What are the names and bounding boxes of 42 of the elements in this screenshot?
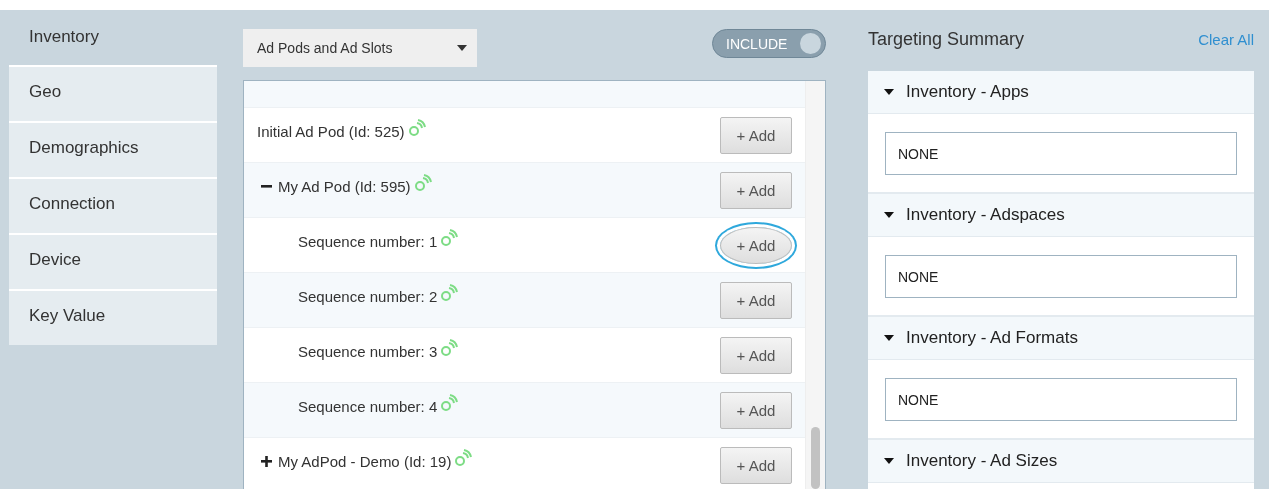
pod-label: Sequence number: 2 [298,287,438,305]
section-title: Inventory - Ad Sizes [906,451,1058,471]
add-button[interactable]: + Add [720,446,792,484]
value-field: NONE [885,132,1237,175]
add-button[interactable]: + Add [720,281,792,319]
signal-ring-icon [440,339,459,357]
signal-ring-icon [413,174,432,192]
dropdown[interactable]: Ad Pods and Ad Slots [243,29,477,67]
expand-icon[interactable] [261,455,272,467]
pod-label: My AdPod - Demo (Id: 19) [278,452,452,470]
sidebar-tab[interactable]: Inventory [9,10,217,65]
section-title: Inventory - Adspaces [906,205,1065,225]
add-button[interactable]: + Add [720,391,792,429]
pod-label: Sequence number: 3 [298,342,438,360]
add-button[interactable]: + Add [720,336,792,374]
pod-label: Sequence number: 1 [298,232,438,250]
add-button[interactable]: + Add [720,116,792,154]
signal-ring-icon [440,284,459,302]
sidebar-tab[interactable]: Connection [9,179,217,233]
sidebar-tab[interactable]: Key Value [9,291,217,345]
pod-label: Sequence number: 4 [298,397,438,415]
section-header[interactable]: Inventory - Ad Formats [868,317,1254,360]
add-button[interactable]: + Add [720,171,792,209]
panel-title: Targeting Summary [868,29,1025,50]
section-title: Inventory - Ad Formats [906,328,1078,348]
sidebar-tab[interactable]: Geo [9,67,217,121]
signal-ring-icon [440,394,459,412]
signal-ring-icon [440,229,459,247]
pod-label: Initial Ad Pod (Id: 525) [257,122,405,140]
value-field: NONE [885,378,1237,421]
section-header[interactable]: Inventory - Ad Sizes [868,440,1254,483]
sidebar-tab[interactable]: Demographics [9,123,217,177]
value-field: NONE [885,255,1237,298]
signal-ring-icon [454,449,473,467]
section-title: Inventory - Apps [906,82,1029,102]
pod-label: My Ad Pod (Id: 595) [278,177,411,195]
section-header[interactable]: Inventory - Apps [868,71,1254,114]
section-header[interactable]: Inventory - Adspaces [868,194,1254,237]
sidebar-tab[interactable]: Device [9,235,217,289]
caret-icon [457,45,467,51]
scrollbar-thumb[interactable] [811,427,820,489]
signal-ring-icon [407,119,426,137]
